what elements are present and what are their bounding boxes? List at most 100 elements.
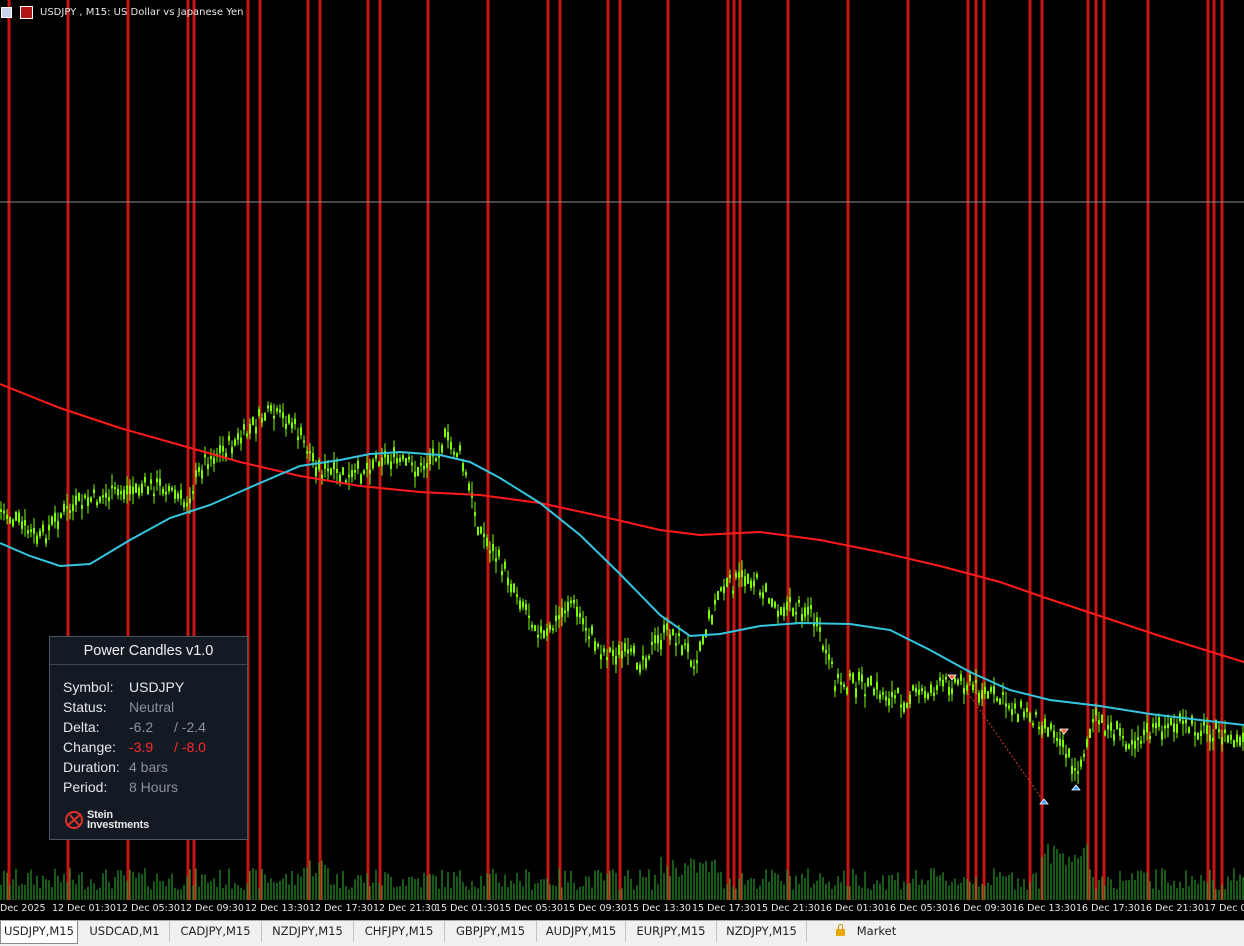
candle-body xyxy=(246,433,248,437)
time-axis-label: 16 Dec 13:30 xyxy=(1012,903,1076,914)
candle-body xyxy=(333,462,335,470)
candle-body xyxy=(984,686,986,694)
candle-body xyxy=(111,485,113,489)
tab-label: USDJPY,M15 xyxy=(4,924,74,938)
candle-body xyxy=(1191,716,1193,725)
candle-body xyxy=(285,423,287,429)
candle-body xyxy=(435,458,437,461)
candle-body xyxy=(672,628,674,636)
candle-body xyxy=(264,413,266,421)
candle-body xyxy=(1122,736,1124,739)
candle-body xyxy=(186,502,188,507)
candle-body xyxy=(1161,731,1163,740)
candle-body xyxy=(1110,722,1112,731)
candle-body xyxy=(180,489,182,499)
candle-body xyxy=(240,437,242,444)
candle-body xyxy=(87,497,89,506)
candle-body xyxy=(417,467,419,477)
candle-body xyxy=(720,587,722,591)
tab-nzdjpy-m15[interactable]: NZDJPY,M15 xyxy=(262,921,354,942)
candle-body xyxy=(336,469,338,473)
candle-body xyxy=(423,465,425,470)
tab-audjpy-m15[interactable]: AUDJPY,M15 xyxy=(537,921,626,942)
tab-usdjpy-m15[interactable]: USDJPY,M15 xyxy=(0,921,78,944)
candle-body xyxy=(303,440,305,443)
candle-body xyxy=(366,462,368,470)
candle-body xyxy=(9,517,11,524)
candle-body xyxy=(942,679,944,687)
candle-body xyxy=(342,467,344,476)
candle-body xyxy=(33,527,35,534)
tab-chfjpy-m15[interactable]: CHFJPY,M15 xyxy=(354,921,445,942)
status-row: Status: Neutral xyxy=(63,697,174,717)
candle-body xyxy=(1167,723,1169,729)
candle-body xyxy=(372,459,374,469)
stein-investments-logo: Stein Investments xyxy=(64,809,149,831)
candle-body xyxy=(903,702,905,713)
time-axis-label: 16 Dec 17:30 xyxy=(1076,903,1140,914)
tab-gbpjpy-m15[interactable]: GBPJPY,M15 xyxy=(445,921,537,942)
candle-body xyxy=(639,664,641,673)
candle-body xyxy=(861,674,863,682)
time-axis-label: 17 Dec 01 xyxy=(1204,903,1244,914)
candle-body xyxy=(312,453,314,462)
candle-body xyxy=(564,610,566,613)
candle-body xyxy=(1077,771,1079,774)
tab-market[interactable]: Market xyxy=(826,921,906,942)
candle-body xyxy=(546,628,548,636)
tab-label: USDCAD,M1 xyxy=(89,924,160,938)
candle-body xyxy=(0,509,2,512)
candle-body xyxy=(1023,711,1025,718)
candle-body xyxy=(153,493,155,496)
candle-body xyxy=(396,458,398,464)
candle-body xyxy=(1062,740,1064,748)
candle-body xyxy=(66,506,68,509)
candle-body xyxy=(297,436,299,441)
time-axis-label: 16 Dec 01:30 xyxy=(820,903,884,914)
candle-body xyxy=(42,524,44,532)
candle-body xyxy=(1116,720,1118,730)
candle-body xyxy=(1146,722,1148,733)
candle-body xyxy=(495,558,497,562)
candle-body xyxy=(318,460,320,470)
candle-body xyxy=(549,624,551,630)
candle-body xyxy=(426,463,428,468)
candle-body xyxy=(1107,724,1109,730)
chart-area[interactable]: USDJPY , M15: US Dollar vs Japanese Yen … xyxy=(0,0,1244,920)
candle-body xyxy=(360,474,362,484)
candle-body xyxy=(219,445,221,454)
time-axis-label: 15 Dec 09:30 xyxy=(563,903,627,914)
lock-icon xyxy=(835,924,845,936)
candle-body xyxy=(924,691,926,698)
candle-body xyxy=(1134,740,1136,749)
candle-body xyxy=(894,695,896,699)
candle-body xyxy=(708,610,710,619)
candle-body xyxy=(954,678,956,683)
candle-body xyxy=(699,641,701,651)
tab-nzdjpy-m15[interactable]: NZDJPY,M15 xyxy=(717,921,807,942)
candle-body xyxy=(507,577,509,586)
candle-body xyxy=(1026,708,1028,712)
candle-body xyxy=(561,607,563,617)
candle-body xyxy=(816,617,818,627)
system-menu-icon[interactable] xyxy=(1,6,12,18)
candle-body xyxy=(864,694,866,697)
candle-body xyxy=(735,572,737,578)
candle-body xyxy=(231,447,233,454)
candle-body xyxy=(237,433,239,440)
candle-body xyxy=(822,646,824,651)
candle-body xyxy=(918,689,920,695)
tab-usdcad-m1[interactable]: USDCAD,M1 xyxy=(80,921,170,942)
candle-body xyxy=(24,520,26,526)
power-candles-panel[interactable]: Power Candles v1.0 Symbol: USDJPY Status:… xyxy=(49,636,248,840)
candle-body xyxy=(798,600,800,603)
candle-body xyxy=(381,457,383,466)
tab-eurjpy-m15[interactable]: EURJPY,M15 xyxy=(626,921,717,942)
candle-body xyxy=(126,485,128,495)
candle-body xyxy=(474,512,476,516)
tab-cadjpy-m15[interactable]: CADJPY,M15 xyxy=(170,921,262,942)
candle-body xyxy=(450,441,452,450)
candle-body xyxy=(405,458,407,466)
candle-body xyxy=(717,591,719,601)
candle-body xyxy=(969,675,971,682)
